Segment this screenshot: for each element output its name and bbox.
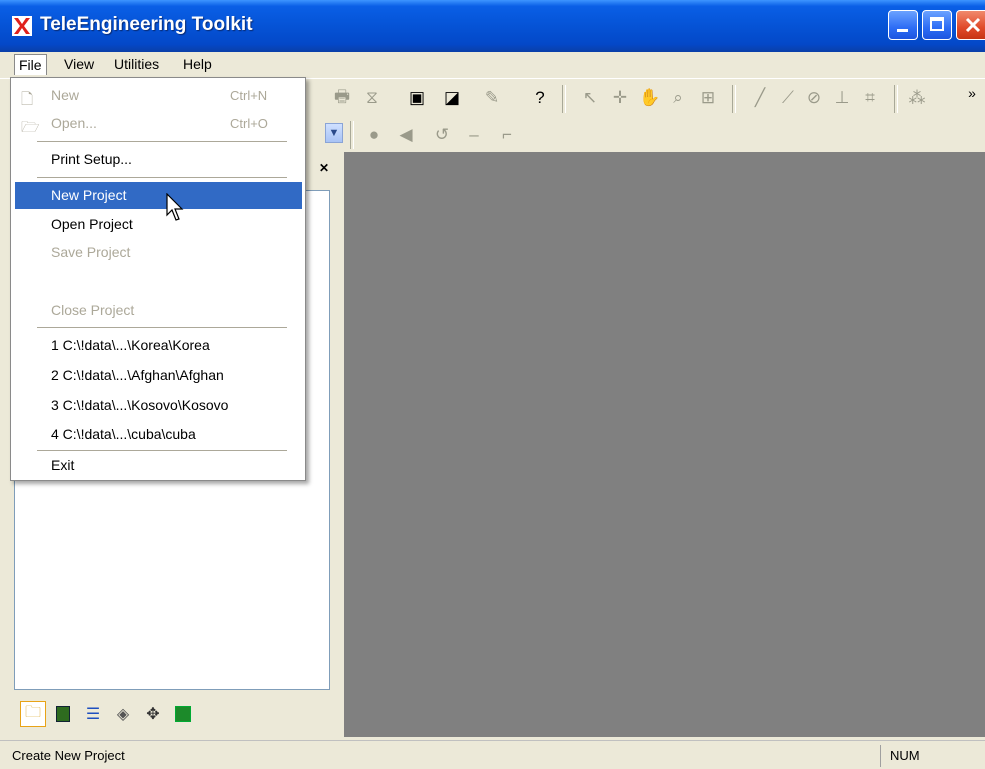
app-logo-icon	[12, 16, 32, 36]
document-tab-icon[interactable]	[50, 701, 76, 727]
scale-icon[interactable]: ⧖	[360, 86, 384, 110]
status-divider	[880, 745, 881, 767]
pointer-icon[interactable]: ↖	[578, 86, 602, 110]
move-tab-icon[interactable]: ✥	[140, 701, 166, 727]
panel-tab-strip: 🗀 ☰ ◈ ✥	[20, 697, 230, 729]
menu-separator	[37, 327, 287, 328]
layers-tab-icon[interactable]: ◈	[110, 701, 136, 727]
num-lock-indicator: NUM	[890, 748, 920, 763]
menu-item-recent-2[interactable]: 2 C:\!data\...\Afghan\Afghan	[15, 362, 302, 389]
print-icon[interactable]: 🖶	[330, 86, 354, 110]
menu-file[interactable]: File	[14, 54, 47, 75]
window-title: TeleEngineering Toolkit	[40, 14, 253, 35]
radio-tower-icon[interactable]: ⁂	[905, 86, 929, 110]
workspace[interactable]	[344, 152, 985, 737]
minimize-icon	[897, 29, 908, 32]
menu-separator	[37, 177, 287, 178]
menu-item-new[interactable]: 🗋 New Ctrl+N	[15, 82, 302, 109]
list-tab-icon[interactable]: ☰	[80, 701, 106, 727]
new-file-icon: 🗋	[21, 91, 34, 108]
panel-close-icon[interactable]: ✕	[316, 160, 332, 176]
close-icon	[965, 17, 981, 33]
open-folder-icon: 🗁	[21, 119, 40, 136]
maximize-button[interactable]	[922, 10, 952, 40]
status-bar: Create New Project NUM	[0, 740, 985, 769]
crosshair-icon[interactable]: ✛	[608, 86, 632, 110]
toolbar-separator	[562, 85, 566, 113]
toolbar-separator	[732, 85, 736, 113]
status-message: Create New Project	[12, 748, 125, 763]
menu-item-exit[interactable]: Exit	[15, 452, 302, 479]
menu-item-save-project[interactable]: Save Project	[15, 239, 302, 266]
hook-icon[interactable]: ⌐	[495, 123, 519, 147]
menu-item-open-project[interactable]: Open Project	[15, 211, 302, 238]
back-icon[interactable]: ◀	[394, 123, 418, 147]
menu-item-open[interactable]: 🗁 Open... Ctrl+O	[15, 110, 302, 137]
no-entry-icon[interactable]: ⊘	[802, 86, 826, 110]
title-bar[interactable]: TeleEngineering Toolkit	[0, 0, 985, 52]
folder-tab-icon[interactable]: 🗀	[20, 701, 46, 727]
menu-item-print-setup[interactable]: Print Setup...	[15, 146, 302, 173]
menu-separator	[37, 450, 287, 451]
menu-separator	[37, 141, 287, 142]
toolbar-separator	[350, 121, 354, 149]
grid-icon[interactable]: ⊥	[830, 86, 854, 110]
mouse-cursor-icon	[166, 193, 184, 221]
dash-icon[interactable]: –	[462, 123, 486, 147]
app-window: TeleEngineering Toolkit File View Utilit…	[0, 0, 985, 769]
combo-chevron-down-icon[interactable]: ▼	[325, 123, 343, 143]
undo-icon[interactable]: ↺	[430, 123, 454, 147]
menu-view[interactable]: View	[60, 54, 98, 74]
toolbar-overflow-icon[interactable]: »	[960, 81, 984, 105]
menu-bar: File View Utilities Help	[0, 52, 985, 76]
menu-item-recent-1[interactable]: 1 C:\!data\...\Korea\Korea	[15, 332, 302, 359]
zoom-extent-icon[interactable]: ⊞	[696, 86, 720, 110]
window-layout-icon[interactable]: ▣	[405, 86, 429, 110]
measure-icon[interactable]: ⌗	[858, 86, 882, 110]
line-icon[interactable]: ╱	[748, 86, 772, 110]
close-window-button[interactable]	[956, 10, 985, 40]
menu-item-recent-3[interactable]: 3 C:\!data\...\Kosovo\Kosovo	[15, 392, 302, 419]
help-icon[interactable]: ?	[528, 86, 552, 110]
path-icon[interactable]: ⟋	[776, 86, 800, 110]
chart-icon[interactable]: ◪	[440, 86, 464, 110]
menu-item-new-project[interactable]: New Project	[15, 182, 302, 209]
terrain-tab-icon[interactable]	[170, 701, 196, 727]
pen-icon[interactable]: ✎	[480, 86, 504, 110]
record-icon[interactable]: ●	[362, 123, 386, 147]
file-menu-dropdown: 🗋 New Ctrl+N 🗁 Open... Ctrl+O Print Setu…	[10, 77, 306, 481]
maximize-icon	[930, 17, 944, 31]
menu-item-close-project[interactable]: Close Project	[15, 297, 302, 324]
menu-item-recent-4[interactable]: 4 C:\!data\...\cuba\cuba	[15, 421, 302, 448]
zoom-icon[interactable]: ⌕	[666, 86, 690, 110]
menu-utilities[interactable]: Utilities	[110, 54, 163, 74]
toolbar-separator	[894, 85, 898, 113]
pan-hand-icon[interactable]: ✋	[638, 86, 662, 110]
minimize-button[interactable]	[888, 10, 918, 40]
menu-help[interactable]: Help	[179, 54, 216, 74]
